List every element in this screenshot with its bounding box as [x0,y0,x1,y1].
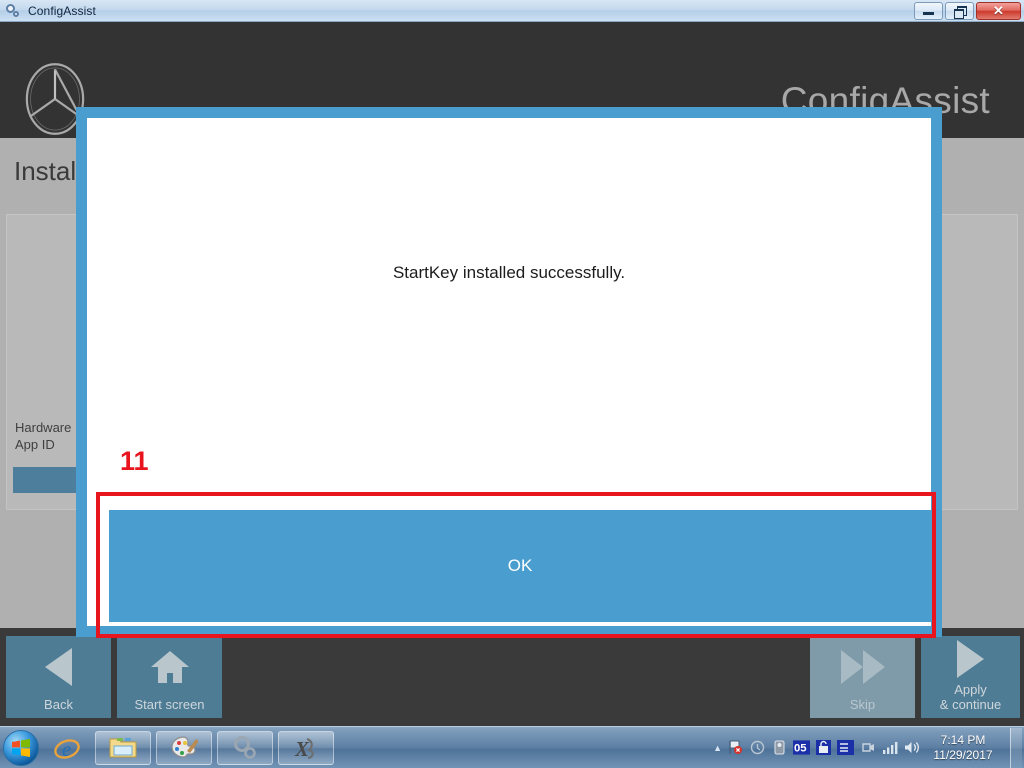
taskbar-clock[interactable]: 7:14 PM 11/29/2017 [925,733,1001,763]
arrow-right-icon [957,640,984,678]
taskbar-file-explorer[interactable] [95,730,151,765]
hardware-id-labels: Hardware I App ID [15,420,79,452]
taskbar-internet-explorer[interactable]: e [44,731,90,765]
minimize-icon [923,12,934,15]
lock-tray-icon[interactable] [815,739,832,756]
minimize-button[interactable] [914,1,943,20]
skip-label: Skip [849,697,876,712]
start-screen-button[interactable]: Start screen [117,636,222,718]
taskbar-xentry[interactable]: X [278,730,334,765]
window-titlebar: ConfigAssist ✕ [0,0,1024,22]
close-icon: ✕ [993,3,1004,18]
network-tray-icon[interactable] [837,739,854,756]
file-explorer-icon [109,737,137,757]
clock-date: 11/29/2017 [933,747,993,762]
skip-button[interactable]: Skip [810,636,915,718]
restore-button[interactable] [945,1,974,20]
page-title: Instal [14,156,77,186]
apply-continue-button[interactable]: Apply & continue [921,636,1020,718]
arrow-left-icon [45,647,72,686]
annotation-highlight-box [96,492,936,638]
system-tray: ▲ 05 7:14 PM 11/29/2017 [713,727,1024,768]
back-button[interactable]: Back [6,636,111,718]
show-desktop-button[interactable] [1010,727,1022,768]
clock-time: 7:14 PM [940,732,986,747]
show-hidden-icons-arrow[interactable]: ▲ [713,743,722,753]
arrow-double-right-icon [840,649,885,684]
taskbar-config-assist[interactable] [217,730,273,765]
svg-text:e: e [62,739,71,761]
window-controls: ✕ [914,0,1024,22]
svg-text:05: 05 [794,743,807,755]
signal-bars-icon[interactable] [881,739,898,756]
clock-tray-icon[interactable] [749,739,766,756]
bottom-toolbar: Back Start screen ’ [0,628,1024,726]
svg-text:X: X [294,737,310,761]
restore-icon [954,5,967,19]
windows-logo-icon [12,738,30,757]
plug-tray-icon[interactable] [859,739,876,756]
gear-icon [6,3,22,19]
action-center-flag-icon[interactable] [727,739,744,756]
start-screen-label: Start screen [134,697,205,712]
back-label: Back [44,697,73,712]
home-icon [150,650,189,683]
internet-explorer-icon: e [54,739,80,761]
dialog-message: StartKey installed successfully. [392,263,626,282]
windows-start-orb[interactable] [3,729,39,766]
config-assist-gear-icon [234,735,256,759]
counter-05-icon[interactable]: 05 [793,739,810,756]
close-button[interactable]: ✕ [976,1,1021,20]
apply-continue-label: Apply & continue [939,682,1002,712]
annotation-step-number: 11 [120,446,149,476]
paint-icon [171,735,198,758]
window-title: ConfigAssist [28,3,96,18]
application-window: ConfigAssist ✕ ConfigAssist Instal Hardw… [0,0,1024,768]
device-tray-icon[interactable] [771,739,788,756]
taskbar-paint[interactable] [156,730,212,765]
windows-taskbar: e X ▲ 05 7:14 PM 11/29/2017 [0,726,1024,768]
volume-icon[interactable] [903,739,920,756]
xentry-icon: X [294,737,314,761]
